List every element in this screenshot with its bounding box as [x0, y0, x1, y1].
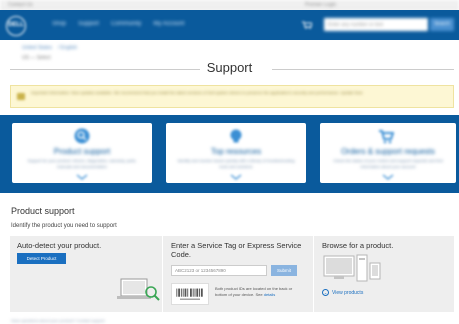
view-products-label: View products: [332, 289, 364, 296]
divider: [313, 236, 314, 312]
details-link[interactable]: details: [264, 292, 276, 297]
update-alert: Important Information: New updates avail…: [10, 85, 454, 108]
card-description: Identify and resolve issues quickly with…: [177, 158, 295, 169]
nav-item-shop[interactable]: Shop: [52, 21, 66, 27]
chevron-down-icon: [230, 174, 242, 180]
cart-icon: [379, 130, 394, 144]
nav-item-my-account[interactable]: My Account: [153, 21, 184, 27]
card-product-support[interactable]: Product support Support for your product…: [12, 123, 152, 183]
card-orders-support[interactable]: Orders & support requests Check the stat…: [320, 123, 456, 183]
card-top-resources[interactable]: Top resources Identify and resolve issue…: [166, 123, 306, 183]
submit-button[interactable]: Submit: [271, 265, 297, 276]
magnifier-icon: [74, 128, 90, 144]
chevron-down-icon: ⌄: [322, 289, 329, 296]
section-title: Product support: [11, 206, 75, 216]
premier-login-link[interactable]: Premier Login: [305, 2, 336, 8]
service-tag-input[interactable]: ABC2123 or 1234567890: [171, 265, 267, 276]
barcode-icon: [171, 283, 209, 305]
help-text: Both product IDs are located on the back…: [215, 286, 293, 297]
card-title: Product support: [53, 147, 111, 156]
main-nav: Shop Support Community My Account: [52, 21, 184, 27]
card-description: Check the status of your orders and supp…: [333, 158, 443, 169]
card-title: Orders & support requests: [341, 147, 435, 156]
cart-icon[interactable]: [302, 21, 312, 29]
auto-detect-title: Auto-detect your product.: [17, 241, 102, 250]
section-subtitle: Identify the product you need to support: [11, 223, 117, 229]
masthead: DELL Shop Support Community My Account E…: [0, 10, 459, 40]
utility-bar: Contact Us Premier Login: [0, 0, 459, 10]
search-input[interactable]: Enter any number or text: [324, 18, 428, 31]
service-tag-title: Enter a Service Tag or Express Service C…: [171, 241, 302, 259]
card-description: Support for your product: drivers, diagn…: [27, 158, 137, 169]
alert-text[interactable]: Important Information: New updates avail…: [31, 90, 449, 96]
breadcrumb-item[interactable]: / English: [58, 45, 77, 51]
service-tag-help: Both product IDs are located on the back…: [215, 286, 297, 298]
browse-title: Browse for a product.: [322, 241, 394, 250]
devices-icon: [323, 254, 381, 282]
card-title: Top resources: [210, 147, 262, 156]
breadcrumb: United States / English: [22, 45, 77, 51]
dell-logo[interactable]: DELL: [6, 16, 26, 36]
view-products-link[interactable]: ⌄ View products: [322, 289, 363, 296]
product-identify-panel: Auto-detect your product. Detect Product…: [10, 236, 454, 312]
warning-icon: [17, 93, 25, 100]
contact-us-link[interactable]: Contact Us: [8, 2, 33, 8]
chevron-down-icon: [76, 174, 88, 180]
lightbulb-icon: [230, 129, 242, 143]
page-title: Support: [206, 60, 253, 75]
support-categories: Product support Support for your product…: [0, 115, 459, 193]
search-button[interactable]: Search: [430, 18, 454, 31]
laptop-search-icon: [117, 278, 160, 301]
nav-item-support[interactable]: Support: [78, 21, 99, 27]
footer-note[interactable]: Have questions about your product? Conta…: [11, 318, 105, 323]
divider: [162, 236, 163, 312]
detect-product-button[interactable]: Detect Product: [17, 253, 66, 264]
breadcrumb-item[interactable]: United States: [22, 45, 52, 51]
nav-item-community[interactable]: Community: [111, 21, 141, 27]
chevron-down-icon: [382, 174, 394, 180]
